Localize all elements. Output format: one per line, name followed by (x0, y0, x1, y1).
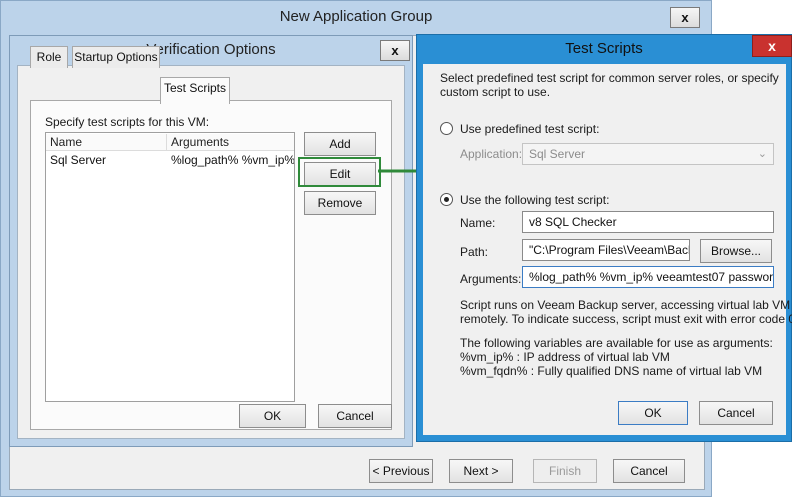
intro-text-line-1: Select predefined test script for common… (440, 71, 779, 85)
info-text-line-2: remotely. To indicate success, script mu… (460, 312, 792, 326)
verification-title: Verification Options (146, 41, 276, 58)
next-button[interactable]: Next > (449, 459, 513, 483)
list-item-name[interactable]: Sql Server (46, 152, 167, 169)
specify-scripts-label: Specify test scripts for this VM: (45, 115, 210, 129)
path-field[interactable]: "C:\Program Files\Veeam\Backup (522, 239, 690, 261)
window-title: New Application Group (279, 8, 433, 25)
finish-button: Finish (533, 459, 597, 483)
arguments-field[interactable]: %log_path% %vm_ip% veeamtest07 password0… (522, 266, 774, 288)
remove-button[interactable]: Remove (304, 191, 376, 215)
verification-cancel-button[interactable]: Cancel (318, 404, 392, 428)
edit-highlight-box (298, 157, 381, 187)
column-header-name[interactable]: Name (46, 134, 167, 151)
test-scripts-cancel-button[interactable]: Cancel (699, 401, 773, 425)
browse-button[interactable]: Browse... (700, 239, 772, 263)
application-value: Sql Server (529, 147, 586, 161)
tab-role[interactable]: Role (30, 46, 68, 68)
add-button[interactable]: Add (304, 132, 376, 156)
close-button[interactable]: x (670, 7, 700, 28)
test-scripts-list[interactable]: Name Arguments Sql Server %log_path% %vm… (45, 132, 295, 402)
variable-vm-ip: %vm_ip% : IP address of virtual lab VM (460, 350, 670, 364)
path-label: Path: (460, 245, 489, 259)
test-scripts-ok-button[interactable]: OK (618, 401, 688, 425)
application-select: Sql Server ⌄ (522, 143, 774, 165)
column-header-arguments[interactable]: Arguments (167, 134, 294, 151)
intro-text-line-2: custom script to use. (440, 85, 551, 99)
arguments-label: Arguments: (460, 272, 522, 286)
info-text-line-1: Script runs on Veeam Backup server, acce… (460, 298, 791, 312)
predefined-option-label[interactable]: Use predefined test script: (460, 122, 599, 136)
previous-button[interactable]: < Previous (369, 459, 433, 483)
verification-close-button[interactable]: x (380, 40, 410, 61)
test-scripts-title: Test Scripts (565, 40, 643, 57)
variables-intro: The following variables are available fo… (460, 336, 773, 350)
following-option-label[interactable]: Use the following test script: (460, 193, 609, 207)
application-label: Application: (460, 147, 523, 161)
verification-ok-button[interactable]: OK (239, 404, 306, 428)
list-item-arguments[interactable]: %log_path% %vm_ip% (167, 152, 294, 169)
test-scripts-close-button[interactable]: x (752, 35, 792, 57)
chevron-down-icon: ⌄ (757, 148, 767, 160)
predefined-radio[interactable] (440, 122, 453, 135)
variable-vm-fqdn: %vm_fqdn% : Fully qualified DNS name of … (460, 364, 763, 378)
tab-test-scripts[interactable]: Test Scripts (160, 77, 230, 104)
tab-startup-options[interactable]: Startup Options (72, 46, 160, 68)
name-label: Name: (460, 216, 496, 230)
wizard-cancel-button[interactable]: Cancel (613, 459, 685, 483)
following-radio[interactable] (440, 193, 453, 206)
name-field[interactable]: v8 SQL Checker (522, 211, 774, 233)
